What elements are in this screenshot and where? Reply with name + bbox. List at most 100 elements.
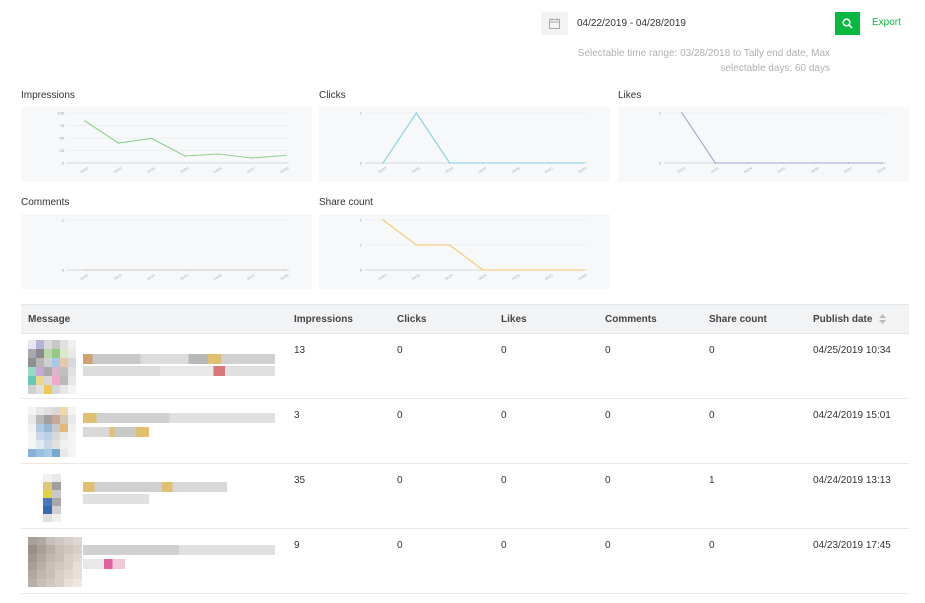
- message-thumbnail: [28, 340, 76, 394]
- likes-cell: 0: [501, 345, 507, 356]
- likes-cell: 0: [501, 410, 507, 421]
- comments-cell: 0: [605, 540, 611, 551]
- message-cell[interactable]: [21, 464, 287, 528]
- data-point[interactable]: [515, 162, 518, 164]
- message-cell[interactable]: [21, 399, 287, 463]
- data-point[interactable]: [582, 269, 584, 271]
- data-point[interactable]: [814, 162, 817, 164]
- data-point[interactable]: [482, 162, 484, 164]
- data-point[interactable]: [747, 162, 750, 164]
- data-point[interactable]: [184, 269, 186, 271]
- data-point[interactable]: [150, 269, 153, 271]
- column-header-message[interactable]: Message: [21, 314, 287, 325]
- data-point[interactable]: [448, 162, 451, 164]
- data-point[interactable]: [117, 142, 120, 144]
- data-point[interactable]: [781, 162, 783, 164]
- x-tick-label: 04/24: [743, 166, 753, 174]
- x-tick-label: 04/25: [478, 273, 488, 281]
- data-point[interactable]: [714, 162, 717, 164]
- message-cell[interactable]: [21, 529, 287, 593]
- data-point[interactable]: [881, 162, 883, 164]
- y-tick-label: 1: [360, 243, 363, 248]
- clicks-cell: 0: [397, 540, 403, 551]
- likes-cell: 0: [501, 475, 507, 486]
- data-point[interactable]: [415, 244, 418, 246]
- table-row[interactable]: 35 0 0 0 1 04/24/2019 13:13: [21, 464, 909, 529]
- data-point[interactable]: [847, 162, 850, 164]
- x-tick-label: 04/26: [511, 166, 521, 174]
- x-tick-label: 04/25: [478, 166, 488, 174]
- x-tick-label: 04/28: [877, 166, 887, 174]
- chart-title-likes: Likes: [618, 90, 642, 101]
- table-row[interactable]: 9 0 0 0 0 04/23/2019 17:45: [21, 529, 909, 594]
- y-tick-label: 0: [62, 161, 65, 166]
- x-tick-label: 04/22: [677, 166, 687, 174]
- data-point[interactable]: [284, 269, 286, 271]
- x-tick-label: 04/23: [710, 166, 720, 174]
- chart-title-share-count: Share count: [319, 197, 373, 208]
- data-point[interactable]: [548, 162, 551, 164]
- y-tick-label: 1: [62, 218, 65, 223]
- column-header-clicks[interactable]: Clicks: [390, 314, 494, 325]
- x-tick-label: 04/26: [213, 273, 223, 281]
- series-line: [382, 112, 583, 164]
- x-tick-label: 04/26: [213, 166, 223, 174]
- data-point[interactable]: [284, 154, 286, 157]
- x-tick-label: 04/22: [80, 166, 90, 174]
- range-note: Selectable time range: 03/28/2018 to Tal…: [577, 48, 830, 74]
- comments-cell: 0: [605, 475, 611, 486]
- data-point[interactable]: [448, 244, 451, 246]
- data-point[interactable]: [217, 269, 220, 271]
- data-point[interactable]: [84, 120, 86, 122]
- x-tick-label: 04/24: [444, 273, 454, 281]
- column-header-comments[interactable]: Comments: [598, 314, 702, 325]
- chart-title-impressions: Impressions: [21, 90, 75, 101]
- chart-clicks: 0 1 04/22 04/23 04/24 04/25 04/26 04/27 04/28: [319, 107, 610, 182]
- date-range-value[interactable]: 04/22/2019 - 04/28/2019: [577, 18, 686, 29]
- data-point[interactable]: [150, 137, 153, 140]
- x-tick-label: 04/24: [444, 166, 454, 174]
- data-point[interactable]: [482, 269, 484, 271]
- y-tick-label: 0: [659, 161, 662, 166]
- data-point[interactable]: [250, 269, 253, 271]
- data-point[interactable]: [217, 153, 220, 155]
- y-tick-label: 0: [62, 268, 65, 273]
- data-point[interactable]: [548, 269, 551, 271]
- x-tick-label: 04/27: [246, 166, 256, 174]
- export-link[interactable]: Export: [872, 17, 901, 28]
- y-tick-label: 75: [60, 123, 65, 128]
- comments-cell: 0: [605, 410, 611, 421]
- x-tick-label: 04/24: [146, 166, 156, 174]
- data-point[interactable]: [515, 269, 518, 271]
- messages-table: Message Impressions Clicks Likes Comment…: [21, 304, 909, 594]
- impressions-cell: 3: [294, 410, 300, 421]
- column-header-share-count[interactable]: Share count: [702, 314, 806, 325]
- search-button[interactable]: [835, 12, 860, 35]
- data-point[interactable]: [184, 155, 186, 157]
- chart-title-clicks: Clicks: [319, 90, 346, 101]
- sort-icon[interactable]: [879, 313, 887, 324]
- data-point[interactable]: [250, 157, 253, 159]
- calendar-button[interactable]: [541, 12, 568, 35]
- data-point[interactable]: [582, 162, 584, 164]
- share-count-cell: 0: [709, 540, 715, 551]
- column-header-impressions[interactable]: Impressions: [287, 314, 390, 325]
- table-row[interactable]: 3 0 0 0 0 04/24/2019 15:01: [21, 399, 909, 464]
- message-cell[interactable]: [21, 334, 287, 398]
- data-point[interactable]: [382, 162, 384, 164]
- impressions-cell: 35: [294, 475, 306, 486]
- likes-cell: 0: [501, 540, 507, 551]
- data-point[interactable]: [84, 269, 86, 271]
- data-point[interactable]: [415, 112, 418, 114]
- table-header: Message Impressions Clicks Likes Comment…: [21, 304, 909, 334]
- data-point[interactable]: [117, 269, 120, 271]
- x-tick-label: 04/27: [843, 166, 853, 174]
- table-row[interactable]: 13 0 0 0 0 04/25/2019 10:34: [21, 334, 909, 399]
- data-point[interactable]: [681, 112, 683, 114]
- chart-comments: 0 1 04/22 04/23 04/24 04/25 04/26 04/27 04/28: [21, 214, 312, 289]
- column-header-likes[interactable]: Likes: [494, 314, 598, 325]
- x-tick-label: 04/28: [280, 166, 290, 174]
- date-range-picker[interactable]: 04/22/2019 - 04/28/2019: [541, 12, 701, 35]
- data-point[interactable]: [382, 219, 384, 221]
- column-header-publish-date[interactable]: Publish date: [806, 314, 909, 325]
